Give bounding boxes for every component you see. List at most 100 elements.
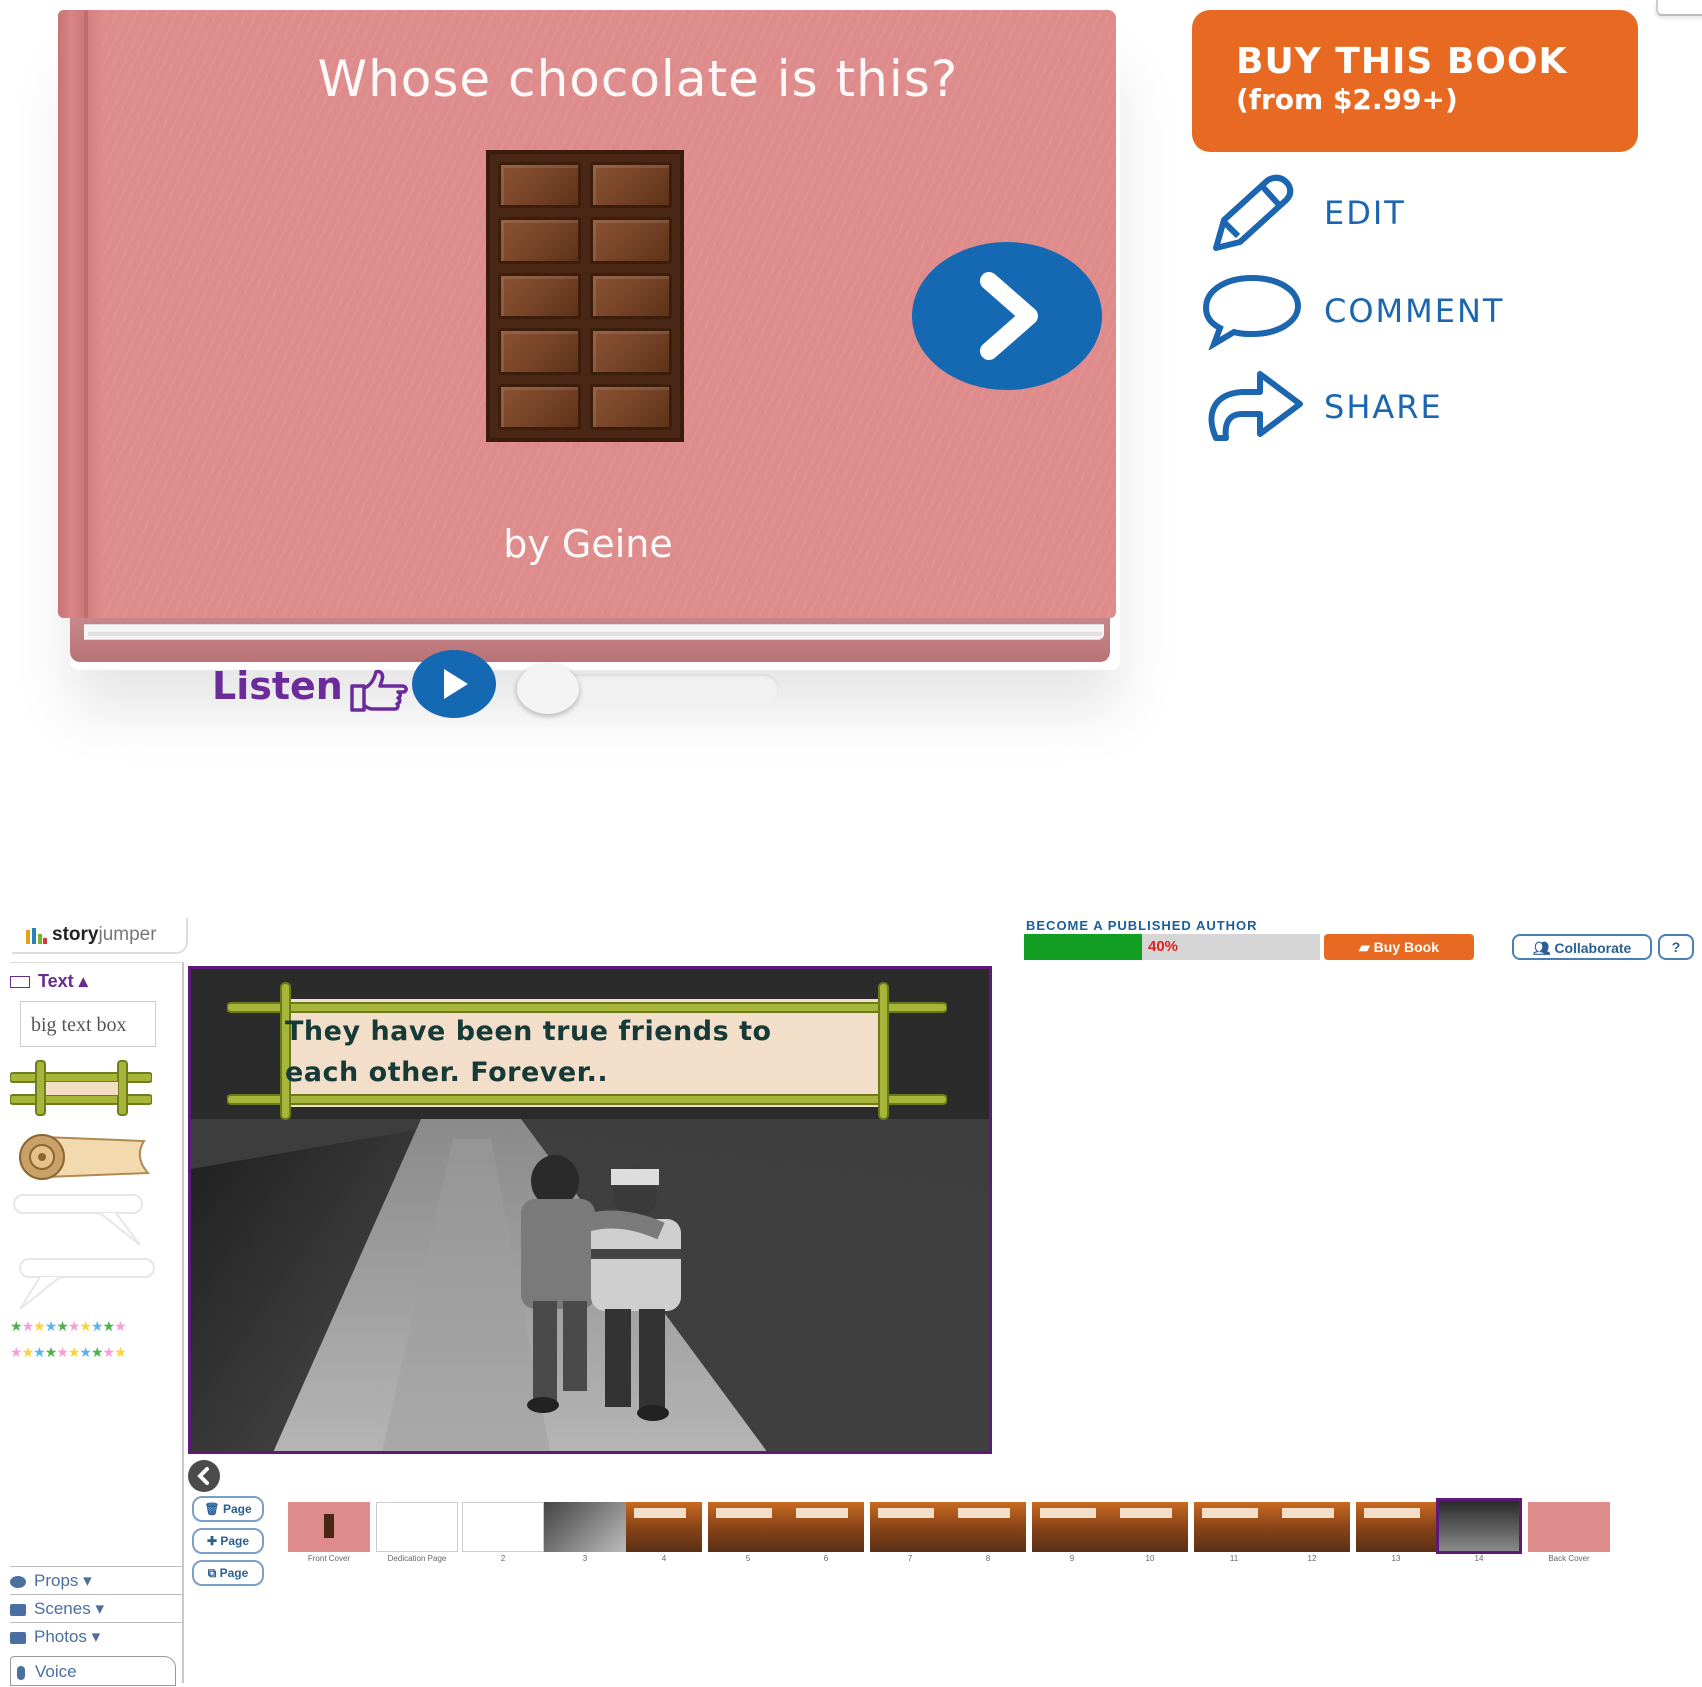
caret-up-icon: ▴ <box>78 971 88 991</box>
thumbnail-label: 9 <box>1069 1554 1075 1563</box>
chocolate-bar-image <box>486 150 684 442</box>
delete-page-label: Page <box>222 1502 252 1516</box>
help-icon: ? <box>1671 939 1681 955</box>
back-arrow-button[interactable] <box>188 1460 220 1492</box>
page-thumbnail[interactable] <box>1436 1498 1522 1554</box>
comment-action[interactable]: COMMENT <box>1196 270 1616 350</box>
scroll-prop[interactable] <box>16 1127 156 1185</box>
chocolate-thumb-icon <box>324 1514 334 1538</box>
bamboo-frame-prop[interactable] <box>10 1059 152 1117</box>
page-text[interactable]: They have been true friends to each othe… <box>285 1011 845 1093</box>
page-thumbnail[interactable] <box>376 1502 458 1552</box>
trash-icon: 🗑︎ <box>204 1502 220 1516</box>
delete-page-button[interactable]: 🗑︎ Page <box>192 1496 264 1522</box>
camera-icon <box>10 1631 26 1644</box>
buy-price: (from $2.99+) <box>1236 83 1458 116</box>
page-thumbnail[interactable] <box>708 1502 788 1552</box>
pointing-hand-icon <box>350 669 408 712</box>
photos-label: Photos <box>34 1627 87 1646</box>
page-thumbnail[interactable] <box>462 1502 544 1552</box>
thumbnail-label: 2 <box>500 1554 506 1563</box>
page-thumbnail[interactable] <box>1356 1502 1436 1552</box>
duplicate-page-label: Page <box>219 1566 249 1580</box>
users-icon: 👥︎ <box>1532 940 1551 956</box>
page-thumbnail[interactable] <box>1032 1502 1112 1552</box>
published-author-text: BECOME A PUBLISHED AUTHOR <box>1026 920 1258 932</box>
page-thumbnail[interactable] <box>1274 1502 1350 1552</box>
help-button[interactable]: ? <box>1658 934 1694 960</box>
audio-slider-knob[interactable] <box>517 664 579 714</box>
edit-action[interactable]: EDIT <box>1196 172 1616 252</box>
logo-text-bold: story <box>52 924 99 945</box>
page-thumbnail[interactable] <box>1528 1502 1610 1552</box>
thumbnail-label: 3 <box>582 1554 588 1563</box>
thumbnail-label: 11 <box>1229 1554 1239 1563</box>
next-page-button[interactable] <box>912 242 1102 390</box>
logo-mark-icon <box>26 928 47 944</box>
listen-player: Listen <box>212 650 812 730</box>
caret-down-icon: ▾ <box>83 1571 92 1590</box>
page-thumbnail-strip: Front Cover Dedication Page 2 3 4 5 6 7 8 9 10 11 12… <box>288 1498 1688 1578</box>
page-canvas[interactable]: They have been true friends to each othe… <box>188 966 992 1454</box>
play-icon <box>444 669 468 699</box>
collaborate-button[interactable]: 👥︎ Collaborate <box>1512 934 1652 960</box>
thumbnail-label: 6 <box>823 1554 829 1563</box>
text-tab[interactable]: Text ▴ <box>10 971 88 992</box>
buy-book-label: Buy Book <box>1373 939 1439 955</box>
chevron-left-icon <box>197 1467 209 1485</box>
page-thumbnail[interactable] <box>288 1502 370 1552</box>
buy-this-book-button[interactable]: BUY THIS BOOK (from $2.99+) <box>1192 10 1638 152</box>
photos-menu[interactable]: Photos ▾ <box>10 1622 182 1651</box>
text-frame-thumb <box>634 1508 686 1518</box>
buy-book-button[interactable]: ▰ Buy Book <box>1324 934 1474 960</box>
scenes-menu[interactable]: Scenes ▾ <box>10 1594 182 1623</box>
text-frame-thumb <box>716 1508 772 1518</box>
page-thumbnail[interactable] <box>1194 1502 1274 1552</box>
props-icon <box>10 1575 26 1588</box>
text-frame-thumb <box>958 1508 1010 1518</box>
play-button[interactable] <box>412 650 496 718</box>
plus-icon: ✚ <box>206 1534 218 1548</box>
comment-label: COMMENT <box>1324 292 1505 330</box>
text-frame-thumb <box>1120 1508 1172 1518</box>
text-frame-thumb <box>1040 1508 1096 1518</box>
page-thumbnail[interactable] <box>544 1502 626 1552</box>
voice-button[interactable]: Voice <box>10 1656 176 1686</box>
storyjumper-logo[interactable]: storyjumper <box>12 918 188 954</box>
thumbnail-label: 5 <box>745 1554 751 1563</box>
page-thumbnail[interactable] <box>788 1502 864 1552</box>
text-frame-thumb <box>878 1508 934 1518</box>
edit-label: EDIT <box>1324 194 1406 232</box>
chevron-right-icon <box>980 272 1038 360</box>
star-border-prop[interactable]: ★★★★★★★★★★ ★★★★★★★★★★ <box>10 1313 160 1371</box>
progress-percent: 40% <box>1148 938 1179 955</box>
text-box-sample[interactable]: big text box <box>20 1001 156 1047</box>
publish-progress-bar: 40% <box>1024 934 1320 960</box>
page-thumbnail[interactable] <box>1112 1502 1188 1552</box>
add-page-button[interactable]: ✚ Page <box>192 1528 264 1554</box>
corner-widget <box>1656 0 1702 16</box>
pencil-icon <box>1213 174 1294 251</box>
book: Whose chocolate is this? by Geine <box>58 10 1116 662</box>
props-menu[interactable]: Props ▾ <box>10 1566 182 1595</box>
collaborate-label: Collaborate <box>1554 940 1632 956</box>
progress-fill <box>1024 934 1143 960</box>
props-label: Props <box>34 1571 79 1590</box>
speech-bubble-prop[interactable] <box>10 1189 160 1251</box>
share-label: SHARE <box>1324 388 1443 426</box>
add-page-label: Page <box>220 1534 250 1548</box>
duplicate-page-button[interactable]: ⧉ Page <box>192 1560 264 1586</box>
page-thumbnail[interactable] <box>626 1502 702 1552</box>
text-frame-thumb <box>1202 1508 1258 1518</box>
book-title: Whose chocolate is this? <box>317 50 959 108</box>
speech-bubble-left-prop[interactable] <box>10 1253 160 1315</box>
microphone-icon <box>17 1665 25 1680</box>
page-thumbnail[interactable] <box>950 1502 1026 1552</box>
thumbnail-label: 7 <box>907 1554 913 1563</box>
page-thumbnail[interactable] <box>870 1502 950 1552</box>
published-author-banner[interactable]: BECOME A PUBLISHED AUTHOR <box>1026 920 1258 932</box>
caret-down-icon: ▾ <box>91 1627 101 1646</box>
speech-bubble-icon <box>1202 274 1302 350</box>
share-action[interactable]: SHARE <box>1196 366 1616 446</box>
book-author: by Geine <box>503 522 673 566</box>
